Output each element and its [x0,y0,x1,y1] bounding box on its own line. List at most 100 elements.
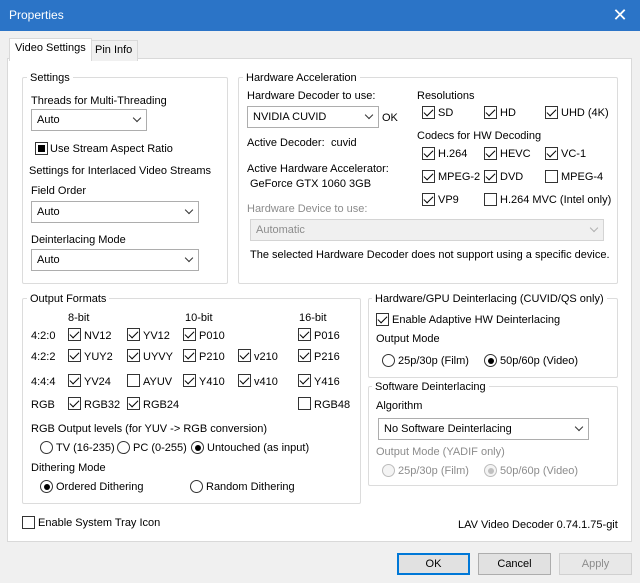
fmt-p010-checkbox[interactable] [183,328,196,341]
active-decoder-value: cuvid [331,137,357,149]
fmt-p216-checkbox[interactable] [298,349,311,362]
fmt-y410-checkbox[interactable] [183,374,196,387]
fmt-yuy2-checkbox[interactable] [68,349,81,362]
hw-deint-enable-checkbox[interactable] [376,313,389,326]
fmt-yuy2-label: YUY2 [84,351,113,363]
fmt-p010-label: P010 [199,330,225,342]
hw-deint-legend: Hardware/GPU Deinterlacing (CUVID/QS onl… [372,293,607,305]
ok-button[interactable]: OK [397,553,470,575]
fmt-ayuv-checkbox[interactable] [127,374,140,387]
rgb-pc-radio[interactable] [117,441,130,454]
hw-mode-film-radio[interactable] [382,354,395,367]
apply-button[interactable]: Apply [559,553,632,575]
close-icon[interactable]: ✕ [606,4,634,26]
stream-aspect-label: Use Stream Aspect Ratio [50,143,173,155]
res-uhd-checkbox[interactable] [545,106,558,119]
codec-hevc-checkbox[interactable] [484,147,497,160]
dither-ordered-radio[interactable] [40,480,53,493]
codec-mpeg4-label: MPEG-4 [561,171,604,183]
active-accel-label: Active Hardware Accelerator: [247,163,389,175]
codec-vp9-label: VP9 [438,194,459,206]
threads-dropdown[interactable]: Auto [31,109,147,131]
hw-device-label: Hardware Device to use: [247,203,368,215]
fmt-y416-label: Y416 [314,376,340,388]
res-sd-label: SD [438,107,454,119]
fmt-v410-checkbox[interactable] [238,374,251,387]
sw-mode-label: Output Mode (YADIF only) [376,446,505,458]
hw-decoder-value: NVIDIA CUVID [253,111,327,123]
tray-icon-checkbox[interactable] [22,516,35,529]
res-uhd-label: UHD (4K) [561,107,609,119]
sw-algo-value: No Software Deinterlacing [384,423,512,435]
chevron-down-icon [132,113,142,123]
codec-h264-checkbox[interactable] [422,147,435,160]
hw-decoder-status: OK [382,112,398,124]
codec-dvd-label: DVD [500,171,524,183]
fmt-v410-label: v410 [254,376,278,388]
stream-aspect-checkbox[interactable] [35,142,48,155]
fmt-v210-label: v210 [254,351,278,363]
resolutions-label: Resolutions [417,90,475,102]
sw-mode-video-radio[interactable] [484,464,497,477]
row-444: 4:4:4 [31,376,56,388]
fmt-rgb32-checkbox[interactable] [68,397,81,410]
threads-value: Auto [37,114,60,126]
hw-device-dropdown[interactable]: Automatic [250,219,604,241]
fmt-rgb48-label: RGB48 [314,399,351,411]
fmt-v210-checkbox[interactable] [238,349,251,362]
codec-h264mvc-checkbox[interactable] [484,193,497,206]
res-hd-checkbox[interactable] [484,106,497,119]
dither-random-radio[interactable] [190,480,203,493]
fmt-p016-label: P016 [314,330,340,342]
codec-mpeg4-checkbox[interactable] [545,170,558,183]
fmt-p016-checkbox[interactable] [298,328,311,341]
sw-mode-video-label: 50p/60p (Video) [500,465,579,477]
fmt-yv12-checkbox[interactable] [127,328,140,341]
fmt-rgb24-checkbox[interactable] [127,397,140,410]
sw-mode-film-radio[interactable] [382,464,395,477]
fmt-rgb48-checkbox[interactable] [298,397,311,410]
dither-label: Dithering Mode [31,462,106,474]
threads-label: Threads for Multi-Threading [31,95,167,107]
fmt-uyvy-checkbox[interactable] [127,349,140,362]
hw-device-value: Automatic [256,224,305,236]
window-title: Properties [9,8,64,22]
cancel-button[interactable]: Cancel [478,553,551,575]
hw-deint-mode-label: Output Mode [376,333,440,345]
codec-vc1-checkbox[interactable] [545,147,558,160]
hw-decoder-dropdown[interactable]: NVIDIA CUVID [247,106,379,128]
interlaced-label: Settings for Interlaced Video Streams [29,165,212,177]
deint-mode-label: Deinterlacing Mode [31,234,126,246]
rgb-pc-label: PC (0-255) [133,442,187,454]
dither-random-label: Random Dithering [206,481,295,493]
rgb-untouched-radio[interactable] [191,441,204,454]
codec-dvd-checkbox[interactable] [484,170,497,183]
deint-mode-value: Auto [37,254,60,266]
row-422: 4:2:2 [31,351,56,363]
title-bar [0,0,640,31]
fmt-y416-checkbox[interactable] [298,374,311,387]
chevron-down-icon [574,422,584,432]
fmt-rgb32-label: RGB32 [84,399,121,411]
chevron-down-icon [184,205,194,215]
deint-mode-dropdown[interactable]: Auto [31,249,199,271]
fmt-yv24-checkbox[interactable] [68,374,81,387]
fmt-nv12-label: NV12 [84,330,112,342]
hw-deint-enable-label: Enable Adaptive HW Deinterlacing [392,314,561,326]
fmt-nv12-checkbox[interactable] [68,328,81,341]
codecs-label: Codecs for HW Decoding [417,130,542,142]
output-formats-legend: Output Formats [27,293,110,305]
tab-video-settings[interactable]: Video Settings [9,38,92,61]
hw-mode-video-radio[interactable] [484,354,497,367]
chevron-down-icon [589,223,599,233]
fmt-uyvy-label: UYVY [143,351,173,363]
codec-mpeg2-checkbox[interactable] [422,170,435,183]
codec-vp9-checkbox[interactable] [422,193,435,206]
rgb-tv-radio[interactable] [40,441,53,454]
tab-pin-info[interactable]: Pin Info [89,40,139,61]
sw-algo-dropdown[interactable]: No Software Deinterlacing [378,418,589,440]
res-sd-checkbox[interactable] [422,106,435,119]
res-hd-label: HD [500,107,516,119]
field-order-dropdown[interactable]: Auto [31,201,199,223]
fmt-p210-checkbox[interactable] [183,349,196,362]
